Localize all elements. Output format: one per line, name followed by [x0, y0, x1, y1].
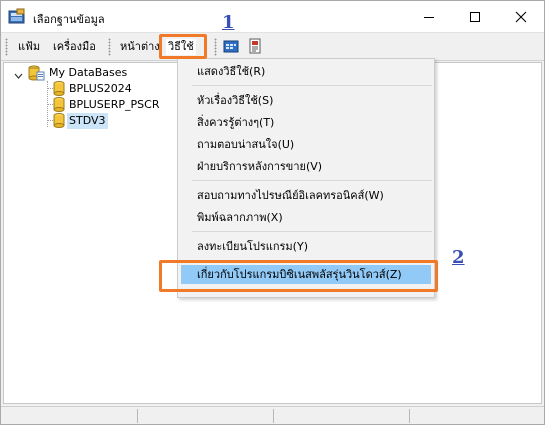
close-icon [515, 11, 527, 22]
menu-print-label[interactable]: พิมพ์ฉลากภาพ(X) [197, 209, 283, 227]
menu-separator [192, 180, 432, 181]
database-icon [53, 81, 65, 96]
window-title: เลือกฐานข้อมูล [33, 13, 105, 26]
status-divider [273, 409, 274, 423]
menu-file[interactable]: แฟ้ม [16, 39, 42, 55]
database-icon [53, 97, 65, 112]
menu-after-sales-service[interactable]: ฝ่ายบริการหลังการขาย(V) [197, 158, 322, 176]
minimize-icon [424, 16, 434, 18]
app-icon [8, 8, 26, 25]
menu-show-help[interactable]: แสดงวิธีใช้(R) [197, 63, 265, 81]
tree-root-row[interactable]: My DataBases [14, 65, 194, 81]
annotation-box-help-menu [159, 34, 207, 59]
menu-things-to-know[interactable]: สิ่งควรรู้ต่างๆ(T) [197, 114, 274, 132]
toolbar-grip[interactable] [108, 38, 111, 56]
menu-faq[interactable]: ถามตอบน่าสนใจ(U) [197, 136, 294, 154]
annotation-box-about-item [159, 260, 438, 292]
annotation-step-2: 2 [452, 247, 465, 268]
status-bar [1, 406, 544, 424]
tree-root-label: My DataBases [49, 66, 128, 79]
tree-item-label: STDV3 [67, 113, 108, 129]
chevron-down-icon[interactable] [14, 69, 23, 85]
close-button[interactable] [498, 1, 544, 32]
tree-item-label: BPLUSERP_PSCR [69, 98, 160, 111]
tree-item-label: BPLUS2024 [69, 82, 132, 95]
menu-separator [192, 231, 432, 232]
calendar-window-icon[interactable] [223, 38, 239, 54]
database-group-icon [28, 65, 45, 86]
maximize-button[interactable] [452, 1, 498, 32]
database-select-window: เลือกฐานข้อมูล แฟ้ม เครื่องมือ หน้าต่าง … [0, 0, 545, 425]
menu-separator [192, 85, 432, 86]
menu-register-program[interactable]: ลงทะเบียนโปรแกรม(Y) [197, 238, 308, 256]
database-icon [53, 113, 65, 128]
menu-tools[interactable]: เครื่องมือ [51, 39, 98, 55]
title-bar: เลือกฐานข้อมูล [1, 1, 544, 32]
menu-email-inquiry[interactable]: สอบถามทางไปรษณีย์อิเลคทรอนิคส์(W) [197, 187, 384, 205]
status-divider [409, 409, 410, 423]
menu-bar: แฟ้ม เครื่องมือ หน้าต่าง วิธีใช้ [1, 32, 544, 61]
document-print-icon[interactable] [247, 38, 263, 54]
menu-help-topics[interactable]: หัวเรื่องวิธีใช้(S) [197, 92, 273, 110]
toolbar-grip[interactable] [214, 38, 217, 56]
minimize-button[interactable] [406, 1, 452, 32]
annotation-step-1: 1 [222, 12, 235, 33]
status-divider [137, 409, 138, 423]
menu-window[interactable]: หน้าต่าง [118, 39, 162, 55]
toolbar-grip[interactable] [5, 38, 8, 56]
maximize-icon [470, 11, 480, 22]
